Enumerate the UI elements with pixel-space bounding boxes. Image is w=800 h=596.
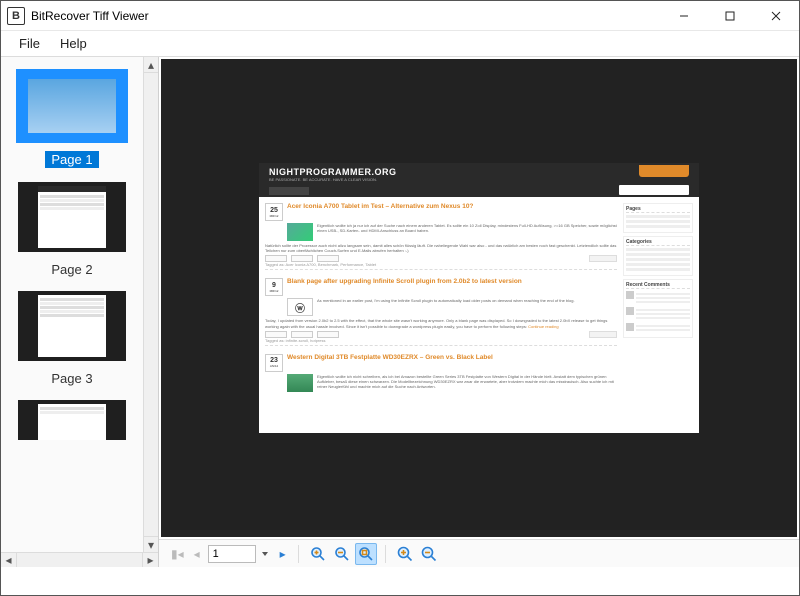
menu-help[interactable]: Help [50,32,97,55]
thumbnail-page-4[interactable] [1,392,143,446]
maximize-button[interactable] [707,1,753,30]
scroll-down-icon[interactable]: ▾ [144,536,158,552]
thumbnail-label: Page 3 [51,371,92,386]
thumbnail-sidebar: Page 1 [1,57,159,567]
thumbnail-page-2[interactable]: Page 2 [1,174,143,283]
page-dropdown-icon[interactable] [262,552,268,556]
sidebar-vertical-scrollbar[interactable]: ▴ ▾ [143,57,158,552]
page-number-input[interactable]: 1 [208,545,256,563]
first-page-button[interactable]: ▮◂ [167,547,188,561]
doc-site-title: NIGHTPROGRAMMER.ORG [269,167,689,177]
sidebar-horizontal-scrollbar[interactable]: ◂ ▸ [1,552,158,567]
zoom-out-button[interactable] [418,543,440,565]
scroll-left-icon[interactable]: ◂ [1,553,17,567]
close-button[interactable] [753,1,799,30]
minimize-button[interactable] [661,1,707,30]
window-title: BitRecover Tiff Viewer [31,9,661,23]
scroll-up-icon[interactable]: ▴ [144,57,158,73]
next-page-button[interactable]: ▸ [276,547,290,561]
menu-file[interactable]: File [9,32,50,55]
fit-page-button[interactable] [355,543,377,565]
thumbnail-label: Page 1 [45,151,98,168]
zoom-actual-button[interactable] [307,543,329,565]
fit-width-button[interactable] [331,543,353,565]
doc-site-subtitle: BE PASSIONATE. BE ACCURATE. HAVE A CLEAR… [269,177,689,182]
doc-post-title: Blank page after upgrading Infinite Scro… [287,278,617,285]
menubar: File Help [1,31,799,57]
thumbnail-label: Page 2 [51,262,92,277]
thumbnail-page-1[interactable]: Page 1 [1,63,143,174]
doc-post-title: Acer Iconia A700 Tablet im Test – Altern… [287,203,617,210]
document-page: NIGHTPROGRAMMER.ORG BE PASSIONATE. BE AC… [259,163,699,433]
thumbnail-page-3[interactable]: Page 3 [1,283,143,392]
viewer-canvas[interactable]: NIGHTPROGRAMMER.ORG BE PASSIONATE. BE AC… [161,59,797,537]
zoom-in-button[interactable] [394,543,416,565]
titlebar: B BitRecover Tiff Viewer [1,1,799,31]
viewer-toolbar: ▮◂ ◂ 1 ▸ [159,539,799,567]
prev-page-button[interactable]: ◂ [190,547,204,561]
doc-post-title: Western Digital 3TB Festplatte WD30EZRX … [287,354,617,361]
app-icon: B [7,7,25,25]
scroll-right-icon[interactable]: ▸ [142,553,158,567]
